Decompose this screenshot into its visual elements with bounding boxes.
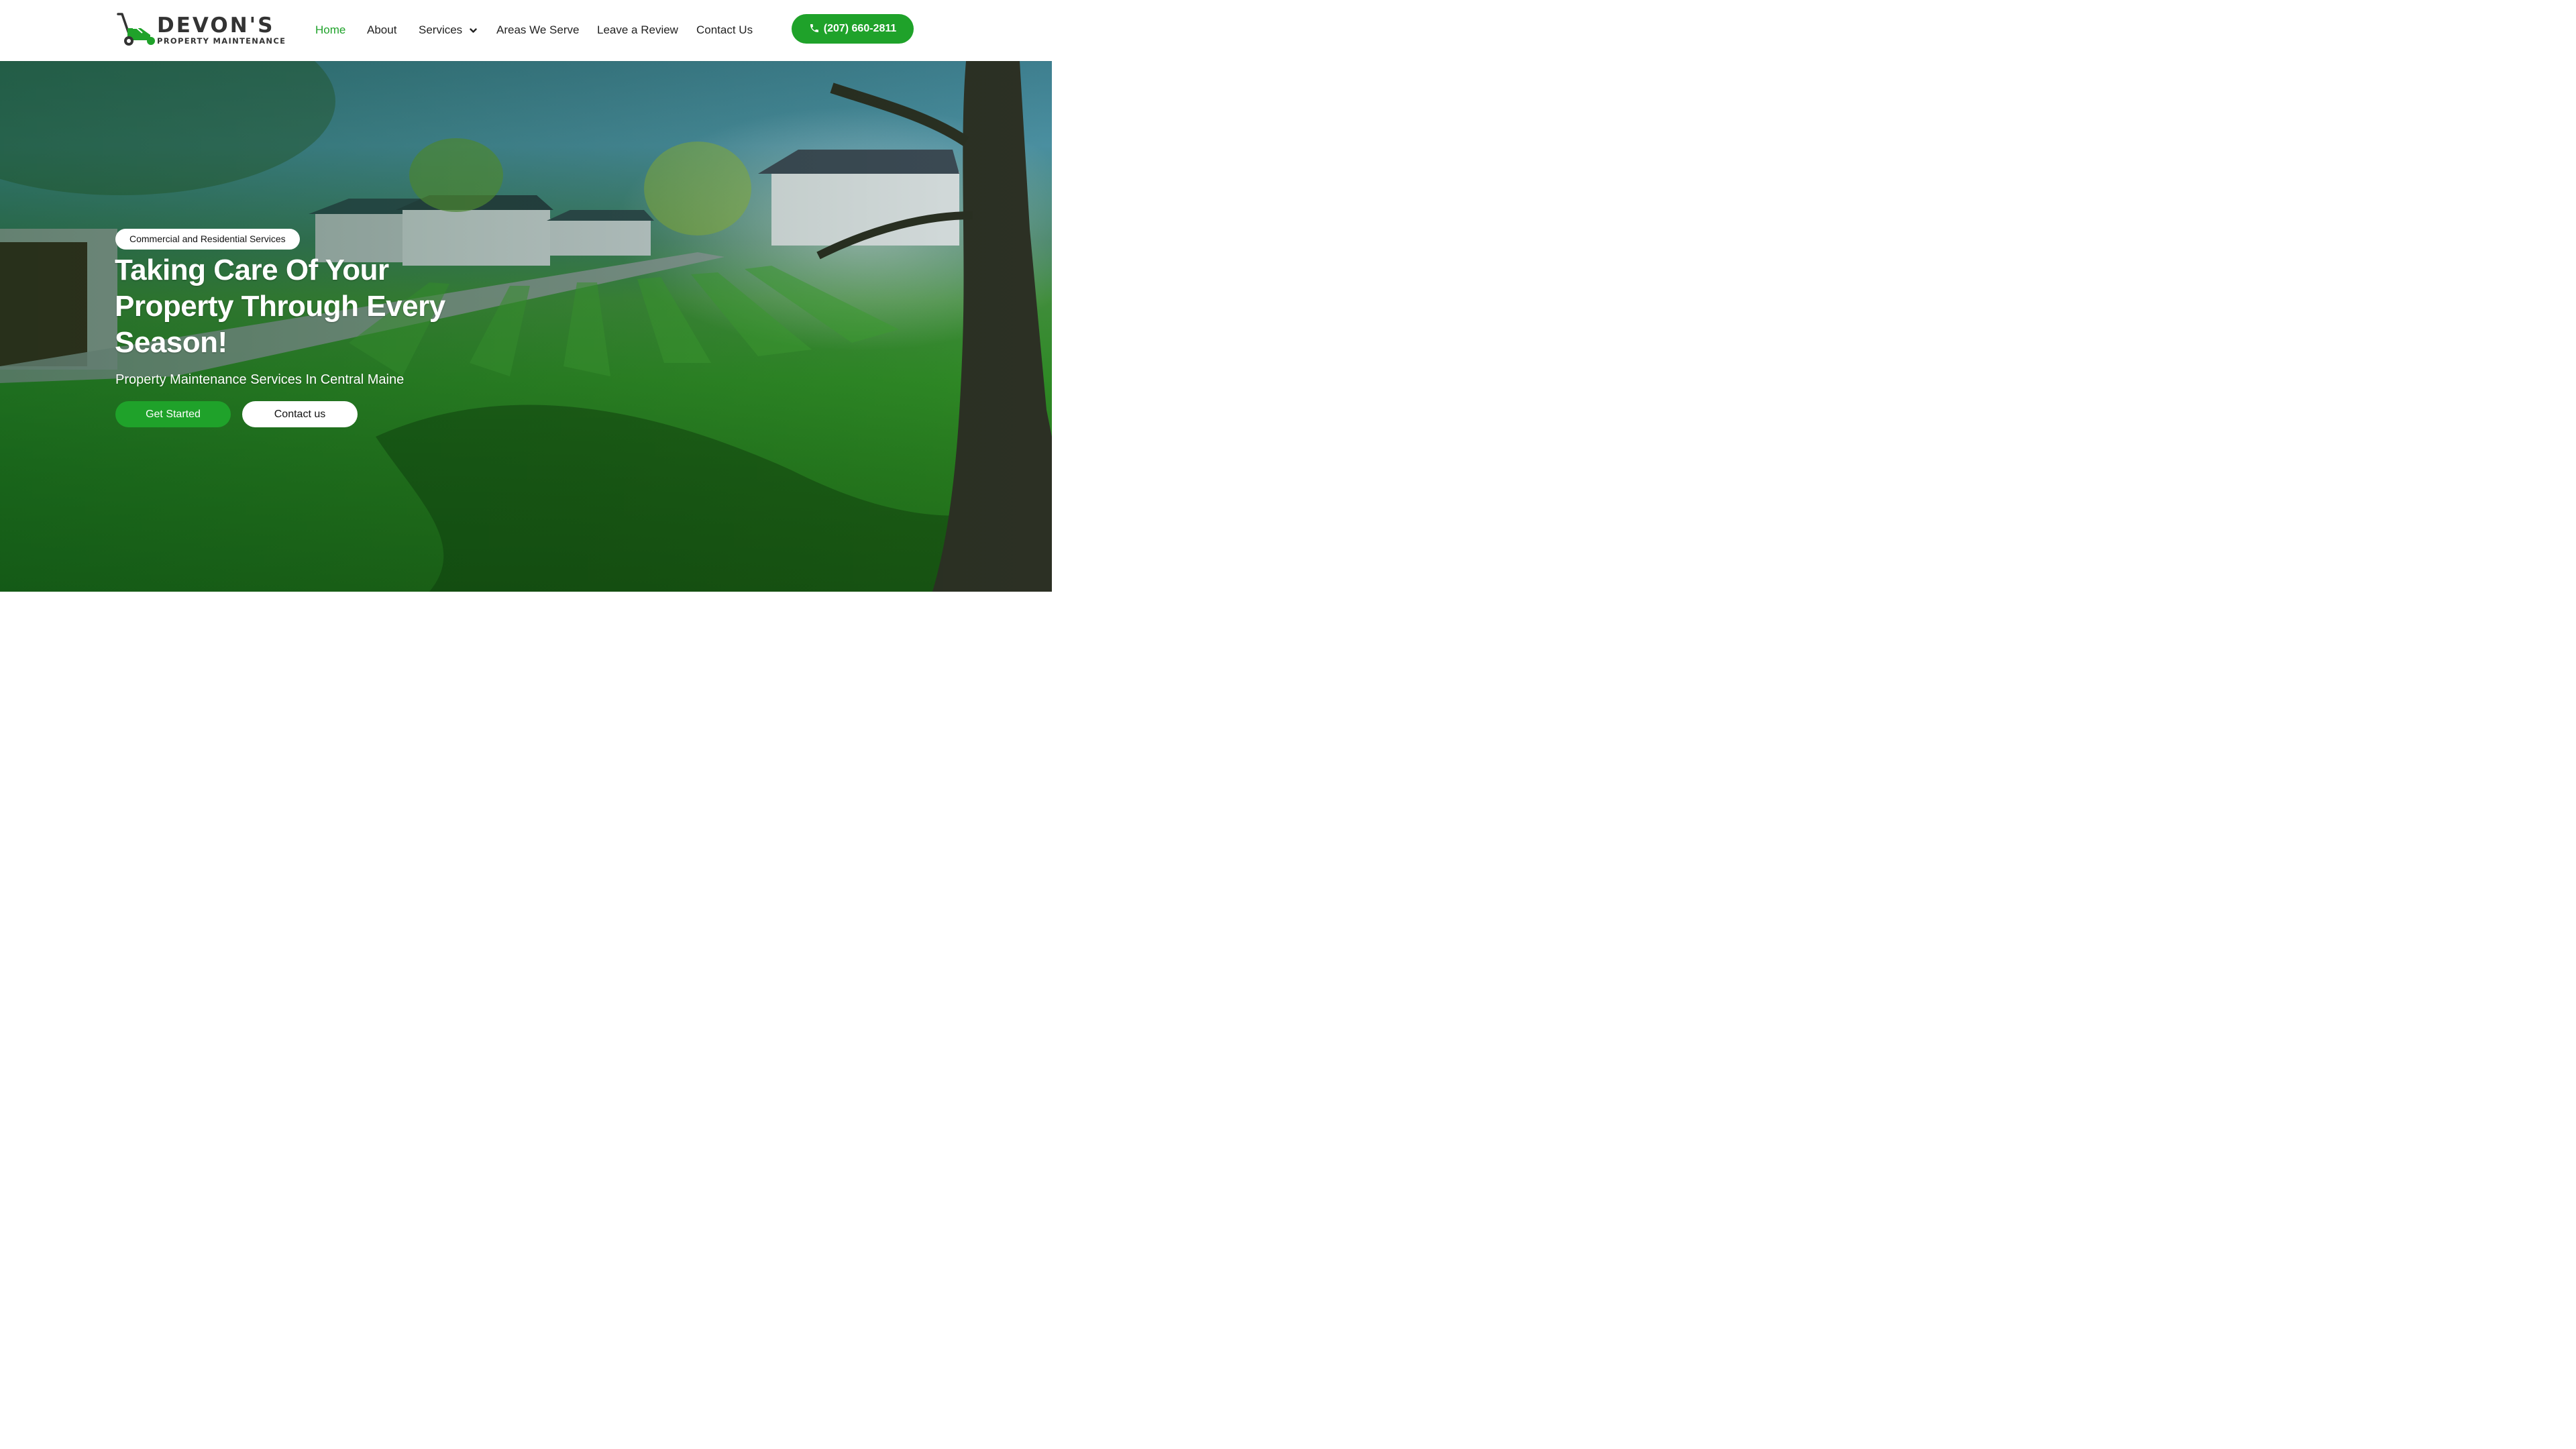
- get-started-button[interactable]: Get Started: [115, 401, 231, 427]
- phone-number: (207) 660-2811: [823, 23, 897, 34]
- hero-subheadline: Property Maintenance Services In Central…: [115, 372, 405, 387]
- nav-item-label: Leave a Review: [597, 23, 678, 36]
- chevron-down-icon: [470, 28, 477, 33]
- phone-button[interactable]: (207) 660-2811: [792, 14, 914, 44]
- nav-item-label: Home: [315, 23, 346, 36]
- phone-icon: [810, 24, 818, 32]
- hero-headline: Taking Care Of Your Property Through Eve…: [115, 254, 445, 359]
- contact-us-button[interactable]: Contact us: [242, 401, 358, 427]
- nav-item-areas-we-serve[interactable]: Areas We Serve: [496, 23, 579, 38]
- nav-item-contact-us[interactable]: Contact Us: [696, 23, 753, 38]
- logo-tagline: PROPERTY MAINTENANCE: [157, 36, 286, 46]
- nav-item-services[interactable]: Services: [419, 23, 477, 38]
- nav-item-label: About: [367, 23, 397, 36]
- nav-item-home[interactable]: Home: [315, 23, 345, 38]
- hero-section: Commercial and Residential Services Taki…: [0, 61, 1052, 592]
- nav-item-about[interactable]: About: [367, 23, 396, 38]
- site-header: DEVON'S PROPERTY MAINTENANCE Home About …: [0, 0, 1052, 61]
- lawn-mower-icon: [117, 13, 155, 46]
- nav-item-label: Contact Us: [696, 23, 753, 36]
- services-tag: Commercial and Residential Services: [115, 229, 300, 250]
- logo-name: DEVON'S: [157, 13, 275, 38]
- site-logo[interactable]: DEVON'S PROPERTY MAINTENANCE: [115, 12, 285, 48]
- nav-item-label: Services: [419, 23, 463, 36]
- nav-item-label: Areas We Serve: [496, 23, 580, 36]
- nav-item-leave-review[interactable]: Leave a Review: [597, 23, 678, 38]
